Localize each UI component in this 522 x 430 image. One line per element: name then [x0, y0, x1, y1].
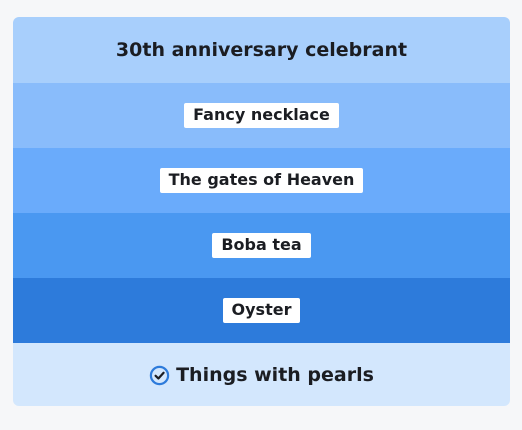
- puzzle-card: 30th anniversary celebrant Fancy necklac…: [13, 17, 510, 406]
- item-row: Fancy necklace: [13, 83, 510, 148]
- item-row: Oyster: [13, 278, 510, 343]
- item-chip: Fancy necklace: [184, 103, 339, 128]
- check-circle-icon: [149, 365, 170, 386]
- puzzle-title: 30th anniversary celebrant: [115, 39, 408, 61]
- answer-row: Things with pearls: [13, 343, 510, 406]
- answer-label: Things with pearls: [176, 364, 374, 386]
- item-chip: The gates of Heaven: [159, 168, 364, 193]
- item-chip: Oyster: [222, 298, 301, 323]
- item-row: Boba tea: [13, 213, 510, 278]
- item-row: The gates of Heaven: [13, 148, 510, 213]
- item-chip: Boba tea: [212, 233, 311, 258]
- title-row: 30th anniversary celebrant: [13, 17, 510, 83]
